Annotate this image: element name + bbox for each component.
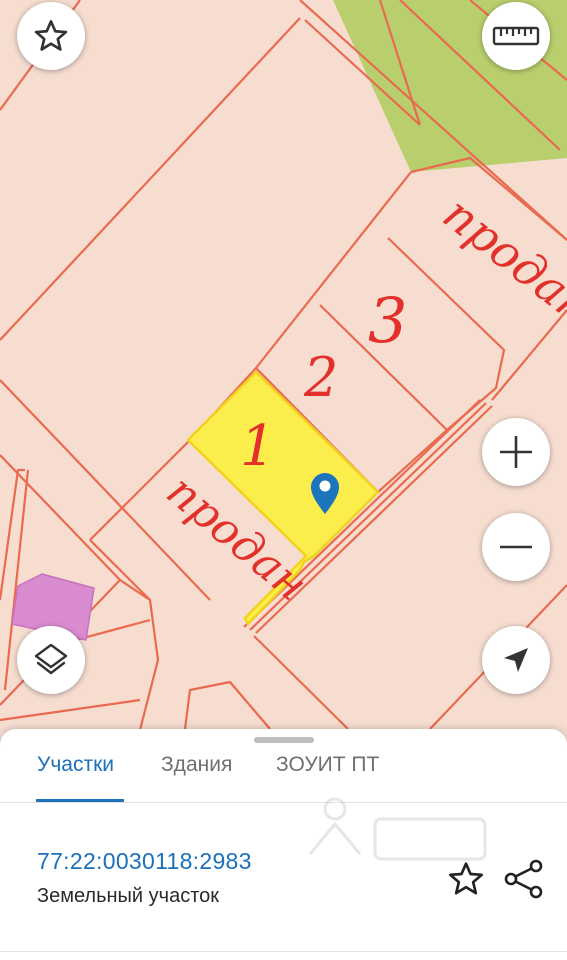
- sheet-drag-handle[interactable]: [254, 737, 314, 743]
- layers-button[interactable]: [17, 626, 85, 694]
- layers-icon: [34, 643, 68, 675]
- plus-icon: [500, 436, 532, 468]
- bottom-sheet[interactable]: Участки Здания ЗОУИТ ПТ 77:22:0030118:29…: [0, 729, 567, 960]
- share-button[interactable]: [502, 857, 546, 901]
- navigation-arrow-icon: [504, 648, 528, 672]
- annotation-plot-1: 1: [240, 414, 276, 479]
- sheet-divider: [0, 951, 567, 952]
- share-icon: [504, 859, 543, 899]
- tab-parcels[interactable]: Участки: [37, 753, 114, 777]
- tab-zouit[interactable]: ЗОУИТ ПТ: [276, 753, 379, 777]
- zoom-out-button[interactable]: [482, 513, 550, 581]
- annotation-plot-2: 2: [303, 346, 338, 409]
- add-to-favorites-button[interactable]: [446, 859, 490, 899]
- annotation-plot-3: 3: [368, 284, 407, 357]
- parcel-type-label: Земельный участок: [37, 885, 220, 907]
- minus-icon: [500, 545, 532, 549]
- my-location-button[interactable]: [482, 626, 550, 694]
- parcel-cadastral-number[interactable]: 77:22:0030118:2983: [37, 848, 252, 875]
- zoom-in-button[interactable]: [482, 418, 550, 486]
- tab-buildings[interactable]: Здания: [161, 753, 232, 777]
- ruler-button[interactable]: [482, 2, 550, 70]
- favorite-button[interactable]: [17, 2, 85, 70]
- star-outline-icon: [34, 20, 68, 51]
- star-outline-icon: [449, 862, 483, 895]
- ruler-icon: [492, 26, 540, 46]
